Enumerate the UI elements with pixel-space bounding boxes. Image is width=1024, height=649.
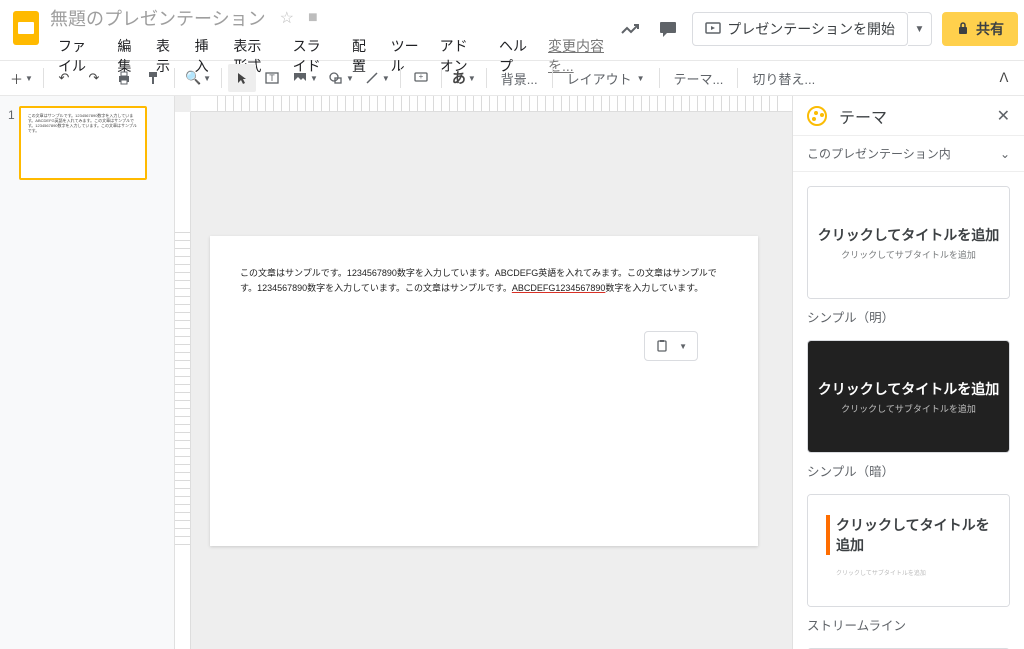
- redo-button[interactable]: ↷: [80, 64, 108, 92]
- themes-panel: テーマ ✕ このプレゼンテーション内 ⌄ クリックしてタイトルを追加 クリックし…: [792, 96, 1024, 649]
- theme-preview-title: クリックしてタイトルを追加: [818, 225, 1000, 245]
- horizontal-ruler: [191, 96, 792, 112]
- slide-text-content[interactable]: この文章はサンプルです。1234567890数字を入力しています。ABCDEFG…: [240, 266, 728, 296]
- transition-button[interactable]: 切り替え...: [744, 69, 823, 88]
- activity-icon[interactable]: [616, 15, 644, 43]
- share-button[interactable]: 共有: [942, 12, 1018, 46]
- theme-label: シンプル（明）: [807, 307, 1010, 326]
- slide-thumbnail-1[interactable]: この文章はサンプルです。1234567890数字を入力しています。ABCDEFG…: [19, 106, 147, 180]
- theme-label: シンプル（暗）: [807, 461, 1010, 480]
- comment-icon[interactable]: [654, 15, 682, 43]
- svg-text:+: +: [418, 72, 423, 81]
- theme-simple-light[interactable]: クリックしてタイトルを追加 クリックしてサブタイトルを追加: [807, 186, 1010, 299]
- slide-number: 1: [8, 108, 15, 180]
- star-icon[interactable]: ☆: [280, 8, 294, 28]
- themes-title: テーマ: [839, 104, 985, 128]
- theme-preview-title: クリックしてタイトルを追加: [818, 379, 1000, 399]
- chevron-down-icon[interactable]: ⌄: [1000, 147, 1010, 161]
- filmstrip: 1 この文章はサンプルです。1234567890数字を入力しています。ABCDE…: [0, 96, 175, 649]
- theme-label: ストリームライン: [807, 615, 1010, 634]
- background-button[interactable]: 背景...: [493, 69, 546, 88]
- vertical-ruler: [175, 112, 191, 649]
- close-icon[interactable]: ✕: [997, 106, 1010, 126]
- slide-canvas[interactable]: この文章はサンプルです。1234567890数字を入力しています。ABCDEFG…: [210, 236, 758, 546]
- undo-button[interactable]: ↶: [50, 64, 78, 92]
- layout-button[interactable]: レイアウト▼: [559, 69, 653, 88]
- present-label: プレゼンテーションを開始: [727, 19, 895, 39]
- thumb-text: この文章はサンプルです。1234567890数字を入力しています。ABCDEFG…: [28, 113, 138, 133]
- share-label: 共有: [976, 19, 1004, 39]
- present-dropdown[interactable]: ▼: [908, 12, 932, 46]
- palette-icon: [807, 106, 827, 126]
- theme-preview-sub: クリックしてサブタイトルを追加: [841, 248, 976, 261]
- collapse-toolbar-button[interactable]: ᐱ: [990, 64, 1018, 92]
- line-tool[interactable]: ▼: [360, 64, 394, 92]
- present-button[interactable]: プレゼンテーションを開始: [692, 12, 908, 46]
- image-tool[interactable]: ▼: [288, 64, 322, 92]
- print-button[interactable]: [110, 64, 138, 92]
- new-slide-button[interactable]: ＋▼: [6, 64, 37, 92]
- theme-preview-title: クリックしてタイトルを追加: [826, 515, 991, 555]
- zoom-button[interactable]: 🔍▼: [181, 64, 215, 92]
- canvas-area[interactable]: この文章はサンプルです。1234567890数字を入力しています。ABCDEFG…: [175, 96, 792, 649]
- ime-tool[interactable]: あ▼: [448, 64, 480, 92]
- doc-title[interactable]: 無題のプレゼンテーション: [50, 5, 266, 31]
- select-tool[interactable]: [228, 64, 256, 92]
- folder-icon[interactable]: ■: [308, 9, 318, 27]
- chevron-down-icon: ▼: [679, 342, 687, 351]
- paste-options-button[interactable]: ▼: [644, 331, 698, 361]
- comment-tool[interactable]: +: [407, 64, 435, 92]
- theme-preview-sub: クリックしてサブタイトルを追加: [826, 568, 926, 577]
- shape-tool[interactable]: ▼: [324, 64, 358, 92]
- paint-format-button[interactable]: [140, 64, 168, 92]
- themes-section-label: このプレゼンテーション内: [807, 145, 951, 162]
- svg-text:T: T: [269, 73, 275, 83]
- textbox-tool[interactable]: T: [258, 64, 286, 92]
- theme-streamline-top[interactable]: クリックしてタイトルを追加 クリックしてサブタイトルを追加: [807, 494, 1010, 607]
- theme-preview-sub: クリックしてサブタイトルを追加: [841, 402, 976, 415]
- theme-simple-dark[interactable]: クリックしてタイトルを追加 クリックしてサブタイトルを追加: [807, 340, 1010, 453]
- theme-button[interactable]: テーマ...: [666, 69, 732, 88]
- slides-logo[interactable]: [6, 8, 46, 48]
